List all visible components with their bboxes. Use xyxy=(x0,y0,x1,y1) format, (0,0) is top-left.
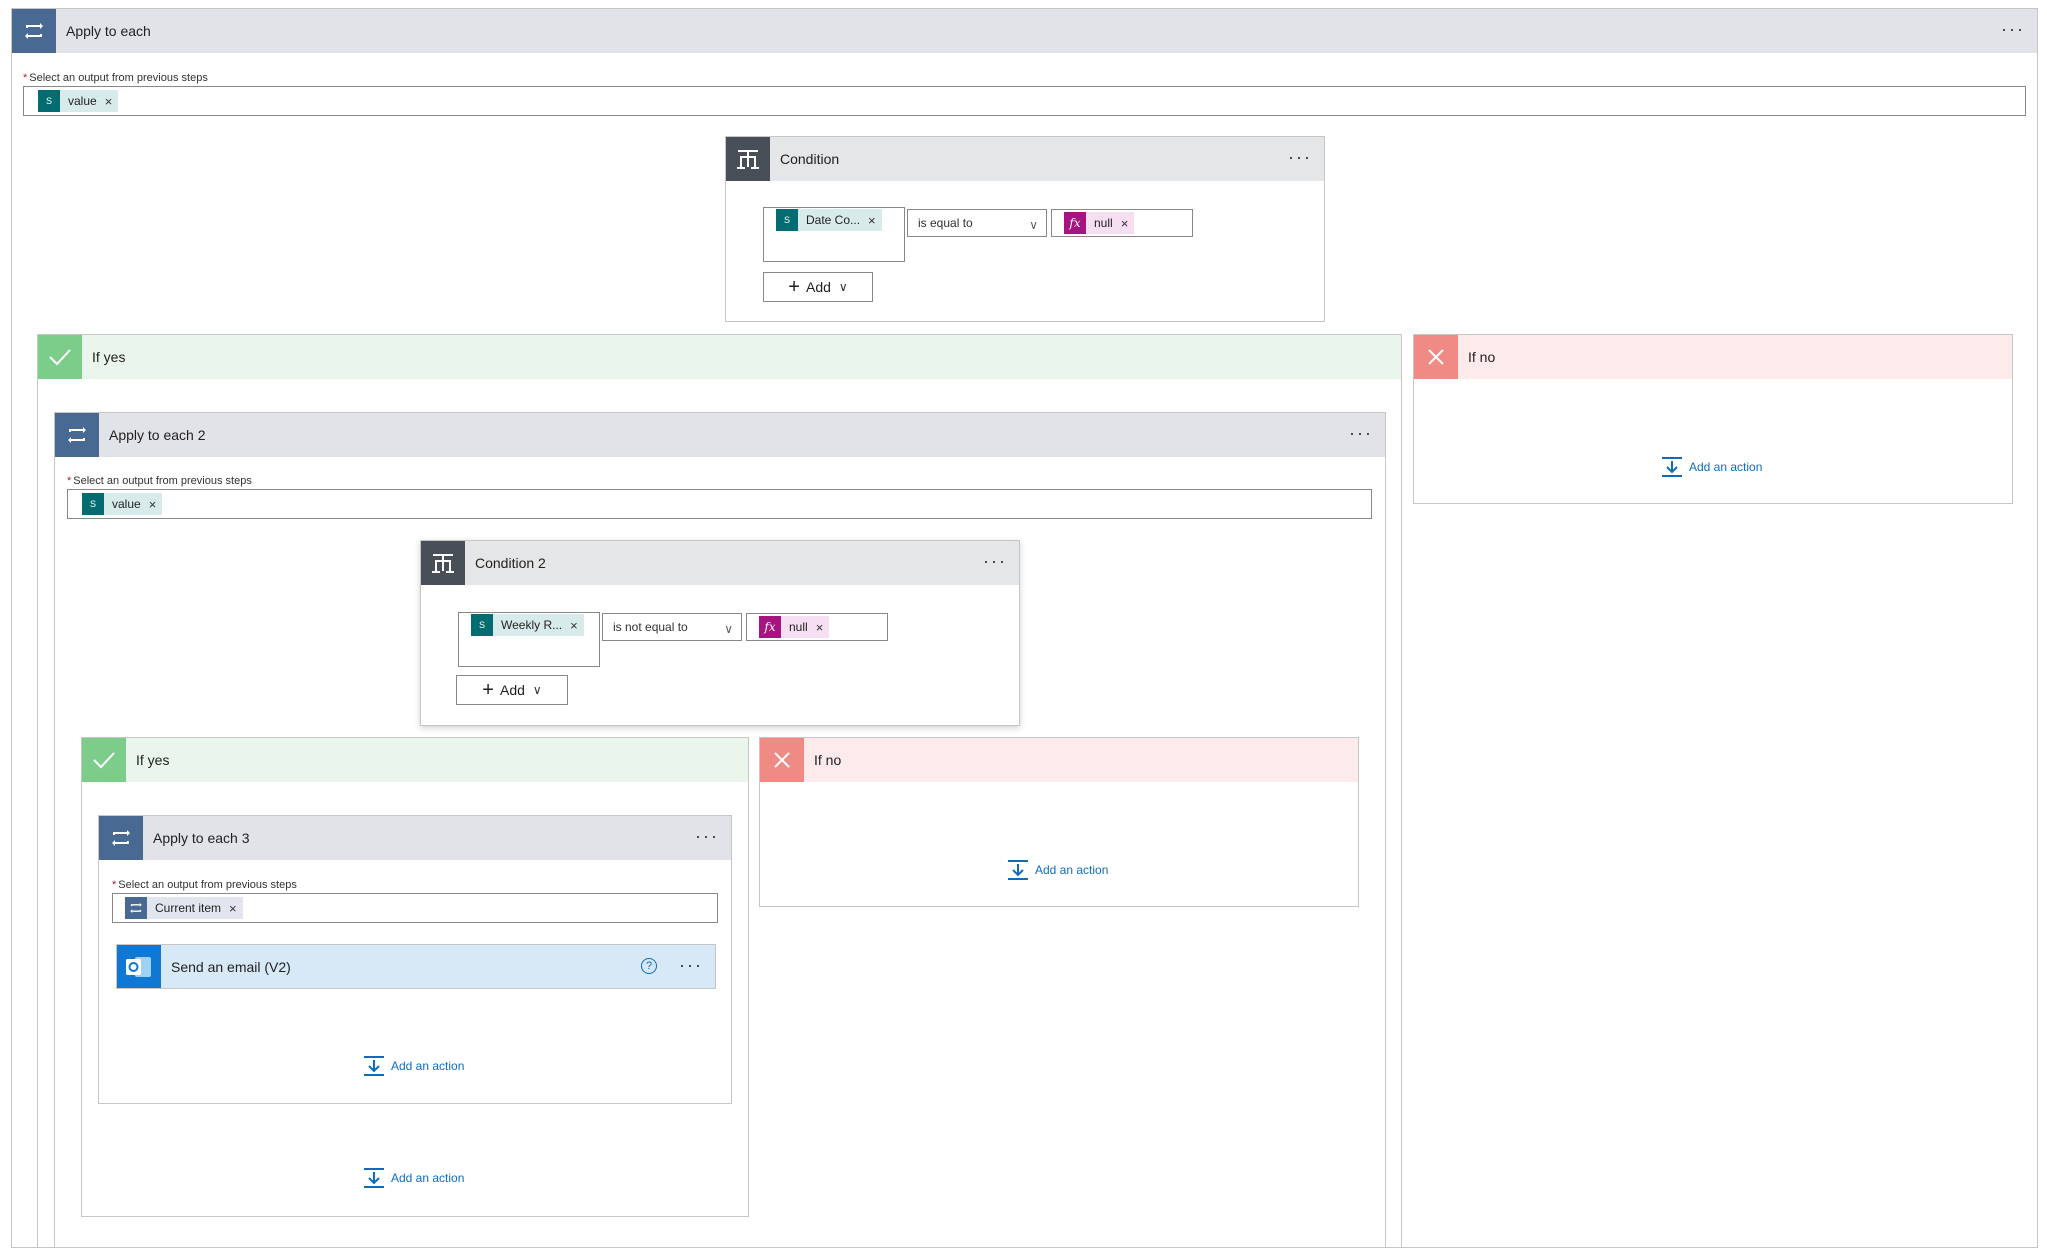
sharepoint-icon: S xyxy=(82,493,104,515)
token-remove-icon[interactable]: × xyxy=(149,497,157,512)
condition-2-header[interactable]: Condition 2 ··· xyxy=(421,541,1019,585)
plus-icon: + xyxy=(482,679,494,701)
more-options-icon[interactable]: ··· xyxy=(695,827,719,845)
condition-2-left-operand[interactable]: S Weekly R... × xyxy=(458,612,600,667)
condition-card: Condition ··· S Date Co... × is equal to ∨ … xyxy=(725,136,1325,322)
condition-right-operand[interactable]: fx null × xyxy=(1051,209,1193,237)
more-options-icon[interactable]: ··· xyxy=(2001,20,2025,38)
fx-icon: fx xyxy=(1064,212,1086,234)
apply-to-each-header[interactable]: Apply to each ··· xyxy=(12,9,2037,53)
add-condition-button[interactable]: + Add ∨ xyxy=(763,272,873,302)
condition-operator-dropdown[interactable]: is equal to ∨ xyxy=(907,209,1047,237)
apply-to-each-3-header[interactable]: Apply to each 3 ··· xyxy=(99,816,731,860)
token-remove-icon[interactable]: × xyxy=(570,618,578,633)
null-expression-token[interactable]: fx null × xyxy=(759,616,830,638)
add-action-icon xyxy=(364,1056,384,1076)
add-action-icon xyxy=(364,1168,384,1188)
date-column-token[interactable]: S Date Co... × xyxy=(776,209,882,231)
weekly-report-token[interactable]: S Weekly R... × xyxy=(471,614,584,636)
if-yes-header: If yes xyxy=(82,738,748,782)
if-no-header: If no xyxy=(1414,335,2012,379)
chevron-down-icon: ∨ xyxy=(1029,218,1038,232)
add-action-icon xyxy=(1662,457,1682,477)
add-action-link[interactable]: Add an action xyxy=(363,1168,464,1188)
condition-icon xyxy=(726,137,770,181)
add-action-link[interactable]: Add an action xyxy=(1007,860,1108,880)
send-email-action[interactable]: Send an email (V2) ? ··· xyxy=(116,944,716,989)
token-remove-icon[interactable]: × xyxy=(105,94,113,109)
condition-2-card: Condition 2 ··· S Weekly R... × is not equ… xyxy=(420,540,1020,726)
add-action-icon xyxy=(1008,860,1028,880)
plus-icon: + xyxy=(788,276,800,298)
sharepoint-icon: S xyxy=(38,90,60,112)
sharepoint-icon: S xyxy=(776,209,798,231)
apply-to-each-title: Apply to each xyxy=(66,23,151,39)
token-remove-icon[interactable]: × xyxy=(868,213,876,228)
condition-icon xyxy=(421,541,465,585)
select-output-input[interactable]: Current item × xyxy=(112,893,718,923)
sharepoint-icon: S xyxy=(471,614,493,636)
more-options-icon[interactable]: ··· xyxy=(679,956,703,974)
send-email-title: Send an email (V2) xyxy=(171,958,291,975)
if-no-branch: If no Add an action xyxy=(1413,334,2013,504)
condition-header[interactable]: Condition ··· xyxy=(726,137,1324,181)
value-token[interactable]: Svalue × xyxy=(82,493,163,515)
select-output-label: * Select an output from previous steps xyxy=(23,72,208,84)
loop-icon xyxy=(99,816,143,860)
loop-icon xyxy=(125,897,147,919)
close-icon xyxy=(760,738,804,782)
if-no-branch-2: If no Add an action xyxy=(759,737,1359,907)
apply-to-each-2-header[interactable]: Apply to each 2 ··· xyxy=(55,413,1385,457)
apply-to-each-2-title: Apply to each 2 xyxy=(109,427,206,443)
condition-2-title: Condition 2 xyxy=(475,555,546,571)
help-icon[interactable]: ? xyxy=(641,958,657,974)
select-output-label: * Select an output from previous steps xyxy=(112,879,297,891)
add-action-link[interactable]: Add an action xyxy=(363,1056,464,1076)
condition-left-operand[interactable]: S Date Co... × xyxy=(763,207,905,262)
chevron-down-icon: ∨ xyxy=(532,683,542,697)
select-output-input[interactable]: Svalue × xyxy=(23,86,2026,116)
condition-title: Condition xyxy=(780,151,840,167)
null-expression-token[interactable]: fx null × xyxy=(1064,212,1135,234)
more-options-icon[interactable]: ··· xyxy=(1349,424,1373,442)
if-no-header: If no xyxy=(760,738,1358,782)
close-icon xyxy=(1414,335,1458,379)
chevron-down-icon: ∨ xyxy=(838,280,848,294)
add-action-link[interactable]: Add an action xyxy=(1661,457,1762,477)
check-icon xyxy=(82,738,126,782)
more-options-icon[interactable]: ··· xyxy=(983,552,1007,570)
apply-to-each-3-card: Apply to each 3 ··· * Select an output fr… xyxy=(98,815,732,1104)
apply-to-each-3-title: Apply to each 3 xyxy=(153,830,250,846)
if-yes-title: If yes xyxy=(136,752,170,768)
fx-icon: fx xyxy=(759,616,781,638)
loop-icon xyxy=(12,9,56,53)
send-email-header[interactable]: Send an email (V2) ? ··· xyxy=(117,945,715,988)
if-no-title: If no xyxy=(1468,349,1496,365)
add-condition-button[interactable]: + Add ∨ xyxy=(456,675,568,705)
current-item-token[interactable]: Current item × xyxy=(125,897,243,919)
select-output-label: * Select an output from previous steps xyxy=(67,475,252,487)
token-remove-icon[interactable]: × xyxy=(1121,216,1129,231)
condition-2-right-operand[interactable]: fx null × xyxy=(746,613,888,641)
if-no-title: If no xyxy=(814,752,842,768)
select-output-input[interactable]: Svalue × xyxy=(67,489,1372,519)
check-icon xyxy=(38,335,82,379)
token-remove-icon[interactable]: × xyxy=(816,620,824,635)
more-options-icon[interactable]: ··· xyxy=(1288,148,1312,166)
chevron-down-icon: ∨ xyxy=(724,622,733,636)
condition-2-operator-dropdown[interactable]: is not equal to ∨ xyxy=(602,613,742,641)
outlook-icon xyxy=(117,945,161,988)
value-token[interactable]: Svalue × xyxy=(38,90,119,112)
token-remove-icon[interactable]: × xyxy=(229,901,237,916)
if-yes-title: If yes xyxy=(92,349,126,365)
loop-icon xyxy=(55,413,99,457)
if-yes-header: If yes xyxy=(38,335,1401,379)
